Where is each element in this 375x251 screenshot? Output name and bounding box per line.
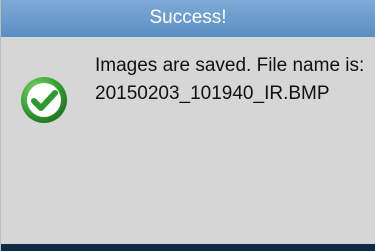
dialog-title-bar: Success! [1,0,375,37]
success-check-icon [20,76,68,124]
success-dialog: Success! Images are saved. File name is:… [0,0,375,251]
dialog-message: Images are saved. File name is: 20150203… [95,55,365,104]
dialog-bottom-bar [1,244,375,251]
dialog-title: Success! [149,7,227,28]
